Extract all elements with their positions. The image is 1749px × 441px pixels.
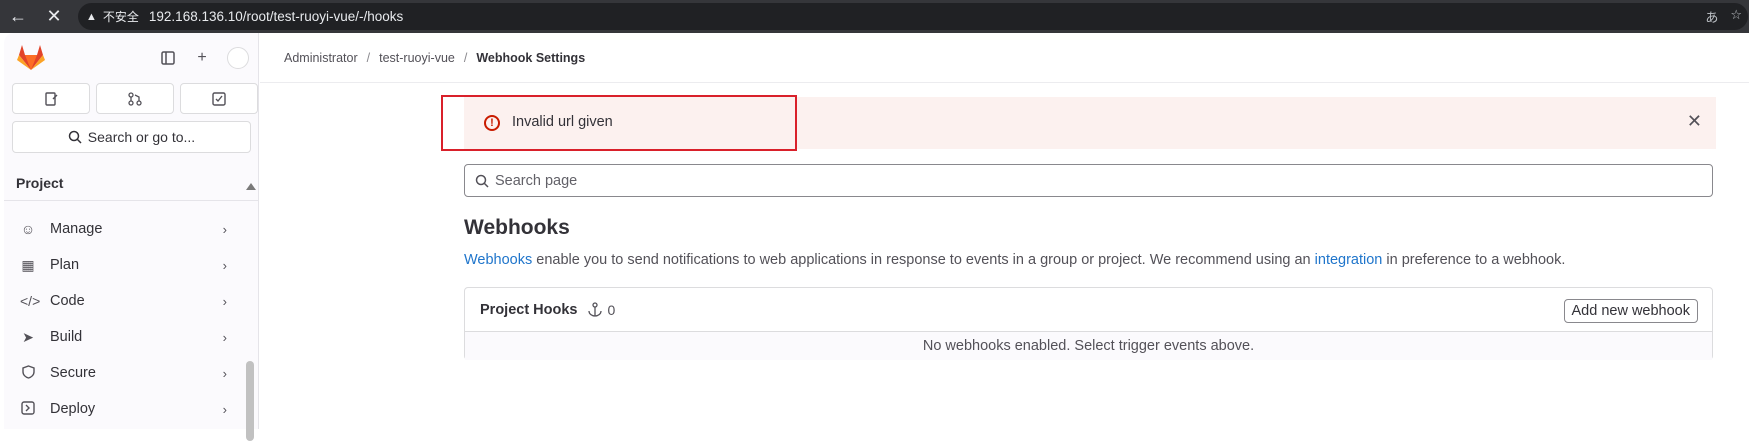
sidebar-nav: ☺ Manage › ▦ Plan › </> Code › ➤ Build ›…: [4, 211, 249, 427]
sidebar-item-plan[interactable]: ▦ Plan ›: [4, 247, 249, 283]
project-hooks-card: Project Hooks 0 Add new webhook No webho…: [464, 287, 1713, 360]
sidebar: + Search or go to... Project ☺ Manage › …: [4, 33, 259, 441]
sidebar-section-title: Project: [4, 165, 258, 201]
back-arrow-icon[interactable]: ←: [0, 0, 36, 33]
scroll-up-arrow-icon[interactable]: [246, 183, 256, 190]
sidebar-item-manage[interactable]: ☺ Manage ›: [4, 211, 249, 247]
chevron-right-icon: ›: [222, 293, 227, 309]
card-title: Project Hooks: [480, 301, 578, 318]
plus-icon[interactable]: +: [193, 49, 211, 67]
search-icon: [475, 174, 489, 188]
issues-tab-icon[interactable]: [12, 83, 90, 114]
breadcrumb-item-project[interactable]: test-ruoyi-vue: [379, 51, 455, 65]
breadcrumb-current[interactable]: Webhook Settings: [476, 51, 585, 65]
chevron-right-icon: ›: [222, 401, 227, 417]
chevron-right-icon: ›: [222, 257, 227, 273]
insecure-label: 不安全: [102, 10, 139, 24]
breadcrumb-separator: /: [366, 50, 371, 65]
sidebar-item-label: Secure: [50, 365, 96, 381]
page-title: Webhooks: [464, 216, 570, 239]
shield-icon: [20, 364, 36, 382]
gitlab-logo-icon[interactable]: [16, 43, 46, 71]
users-icon: ☺: [20, 221, 36, 237]
description-text: enable you to send notifications to web …: [532, 252, 1315, 268]
integration-link[interactable]: integration: [1315, 252, 1383, 268]
chevron-right-icon: ›: [222, 221, 227, 237]
sidebar-search-label: Search or go to...: [87, 129, 196, 145]
browser-toolbar: ← ✕ ▲ 不安全 192.168.136.10/root/test-ruoyi…: [0, 0, 1749, 33]
sidebar-search-button[interactable]: Search or go to...: [12, 121, 251, 153]
close-icon[interactable]: ✕: [1687, 111, 1702, 132]
bookmark-star-icon[interactable]: ☆: [1730, 7, 1742, 26]
sidebar-item-code[interactable]: </> Code ›: [4, 283, 249, 319]
anchor-icon: [587, 302, 602, 317]
main-content: Administrator / test-ruoyi-vue / Webhook…: [260, 33, 1749, 429]
sidebar-item-secure[interactable]: Secure ›: [4, 355, 249, 391]
webhooks-doc-link[interactable]: Webhooks: [464, 252, 532, 268]
address-bar[interactable]: ▲ 不安全 192.168.136.10/root/test-ruoyi-vue…: [78, 3, 1748, 30]
sidebar-item-label: Build: [50, 329, 83, 345]
todo-tab-icon[interactable]: [180, 83, 258, 114]
url-text[interactable]: 192.168.136.10/root/test-ruoyi-vue/-/hoo…: [149, 9, 403, 24]
sidebar-item-label: Deploy: [50, 401, 96, 417]
breadcrumb-separator: /: [463, 50, 468, 65]
search-placeholder: Search page: [495, 172, 578, 189]
merge-requests-tab-icon[interactable]: [96, 83, 174, 114]
sidebar-item-build[interactable]: ➤ Build ›: [4, 319, 249, 355]
chevron-right-icon: ›: [222, 365, 227, 381]
sidebar-toggle-icon[interactable]: [159, 49, 177, 67]
stop-loading-icon[interactable]: ✕: [36, 0, 72, 33]
description-text-end: in preference to a webhook.: [1382, 252, 1566, 268]
highlight-annotation-box: [441, 95, 797, 151]
search-icon: [68, 130, 82, 144]
hook-count-value: 0: [607, 301, 616, 318]
breadcrumb-item-administrator[interactable]: Administrator: [284, 51, 358, 65]
webhooks-description: Webhooks enable you to send notification…: [464, 252, 1565, 268]
hook-count: 0: [587, 301, 616, 318]
deploy-icon: [20, 400, 36, 418]
add-new-webhook-button[interactable]: Add new webhook: [1563, 299, 1698, 323]
breadcrumb: Administrator / test-ruoyi-vue / Webhook…: [260, 33, 1749, 83]
page-search-input[interactable]: Search page: [464, 164, 1713, 197]
sidebar-item-deploy[interactable]: Deploy ›: [4, 391, 249, 427]
empty-state-text: No webhooks enabled. Select trigger even…: [465, 332, 1712, 360]
sidebar-item-label: Code: [50, 293, 85, 309]
calendar-icon: ▦: [21, 256, 35, 273]
chevron-right-icon: ›: [222, 329, 227, 345]
card-header: Project Hooks 0 Add new webhook: [465, 288, 1712, 332]
avatar[interactable]: [227, 47, 249, 69]
code-icon: </>: [20, 293, 41, 309]
sidebar-item-label: Plan: [50, 257, 80, 273]
rocket-icon: ➤: [22, 328, 34, 345]
translate-icon[interactable]: あ: [1705, 7, 1718, 26]
warning-icon: ▲: [86, 10, 97, 23]
sidebar-item-label: Manage: [50, 221, 103, 237]
